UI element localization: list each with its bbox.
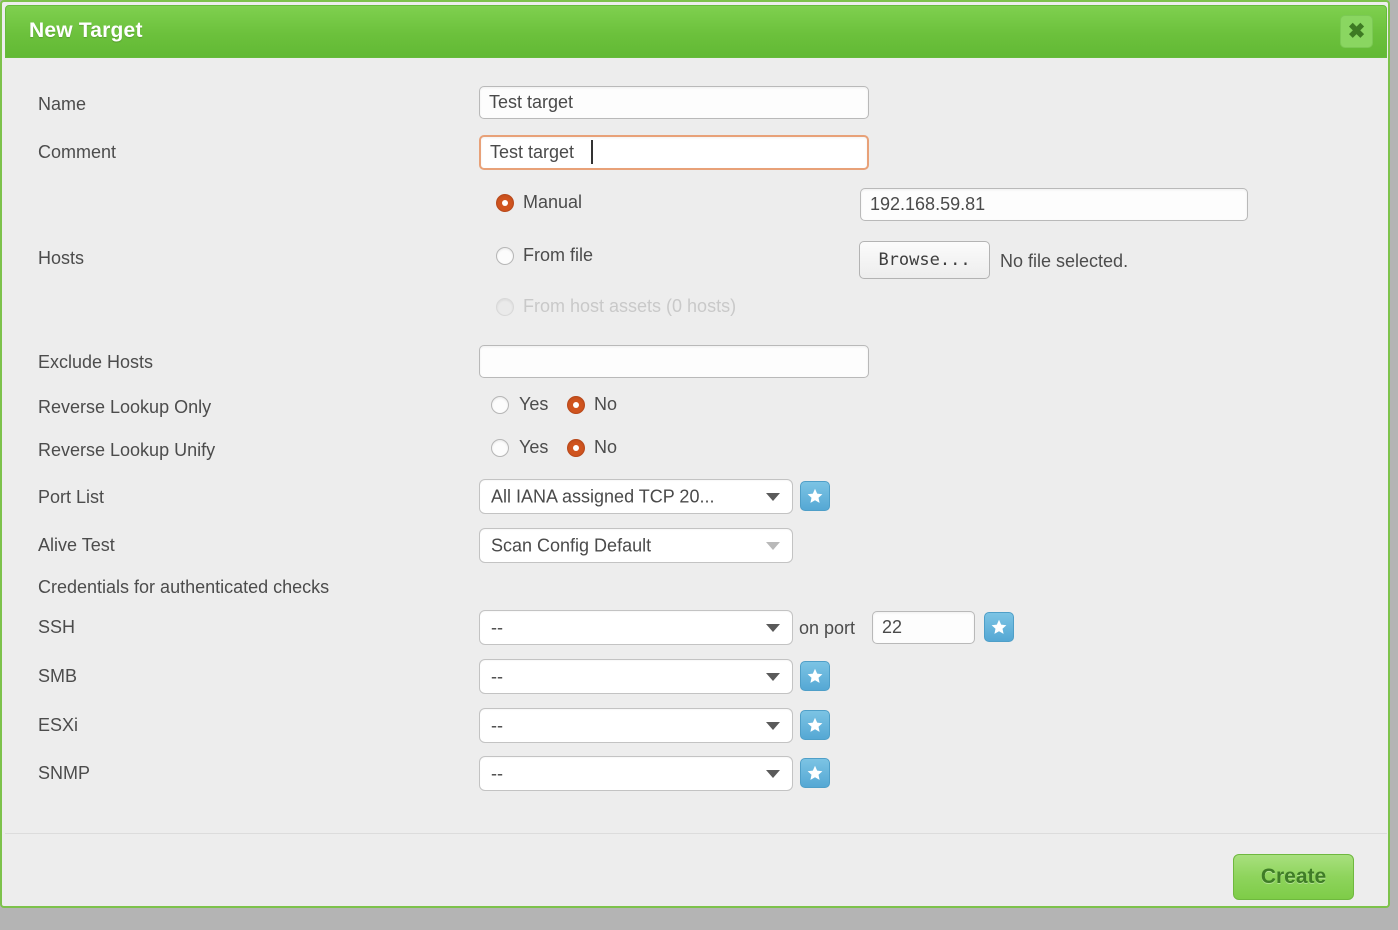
reverse-lookup-only-radio-yes[interactable] <box>491 396 509 414</box>
reverse-lookup-only-yes-label: Yes <box>519 394 549 414</box>
ssh-credential-value: -- <box>491 617 503 637</box>
port-list-label: Port List <box>38 487 105 507</box>
create-button[interactable]: Create <box>1233 854 1354 900</box>
smb-credential-value: -- <box>491 666 503 686</box>
exclude-hosts-label: Exclude Hosts <box>38 352 154 372</box>
star-icon <box>807 717 823 732</box>
port-list-star-button[interactable] <box>800 481 830 511</box>
star-icon <box>807 488 823 503</box>
new-target-dialog: New Target ✖ Name Comment Hosts Manual F… <box>0 0 1390 908</box>
chevron-down-icon <box>766 541 780 550</box>
smb-label: SMB <box>38 666 78 686</box>
browse-button[interactable]: Browse... <box>859 241 990 279</box>
ssh-on-port-label: on port <box>799 618 856 638</box>
snmp-credential-value: -- <box>491 763 503 783</box>
hosts-radio-from-file-label: From file <box>523 245 594 265</box>
alive-test-label: Alive Test <box>38 535 115 555</box>
comment-input[interactable] <box>479 135 869 170</box>
ssh-star-button[interactable] <box>984 612 1014 642</box>
hosts-manual-input[interactable] <box>860 188 1248 221</box>
close-button[interactable]: ✖ <box>1340 15 1373 48</box>
file-status-text: No file selected. <box>1000 251 1129 271</box>
chevron-down-icon <box>766 769 780 778</box>
name-input[interactable] <box>479 86 869 119</box>
credentials-heading: Credentials for authenticated checks <box>38 577 330 597</box>
reverse-lookup-unify-no-label: No <box>594 437 618 457</box>
close-icon: ✖ <box>1347 20 1366 43</box>
hosts-radio-host-assets-label: From host assets (0 hosts) <box>523 296 737 316</box>
exclude-hosts-input[interactable] <box>479 345 869 378</box>
alive-test-value: Scan Config Default <box>491 535 652 555</box>
chevron-down-icon <box>766 721 780 730</box>
ssh-port-input[interactable] <box>872 611 975 644</box>
snmp-label: SNMP <box>38 763 91 783</box>
dialog-footer: Create <box>5 833 1387 906</box>
esxi-credential-select[interactable]: -- <box>479 708 793 743</box>
comment-label: Comment <box>38 142 117 162</box>
reverse-lookup-only-label: Reverse Lookup Only <box>38 397 212 417</box>
hosts-radio-host-assets <box>496 298 514 316</box>
hosts-radio-from-file[interactable] <box>496 247 514 265</box>
dialog-title: New Target <box>29 19 143 42</box>
reverse-lookup-unify-radio-yes[interactable] <box>491 439 509 457</box>
esxi-label: ESXi <box>38 715 79 735</box>
ssh-credential-select[interactable]: -- <box>479 610 793 645</box>
name-label: Name <box>38 94 87 114</box>
dialog-body: Name Comment Hosts Manual From file Brow… <box>5 60 1387 833</box>
ssh-label: SSH <box>38 617 76 637</box>
hosts-radio-manual[interactable] <box>496 194 514 212</box>
text-cursor <box>591 140 593 164</box>
dialog-titlebar: New Target ✖ <box>5 5 1387 58</box>
star-icon <box>807 668 823 683</box>
snmp-credential-select[interactable]: -- <box>479 756 793 791</box>
screen: New Target ✖ Name Comment Hosts Manual F… <box>0 0 1398 930</box>
reverse-lookup-only-radio-no[interactable] <box>567 396 585 414</box>
port-list-value: All IANA assigned TCP 20... <box>491 486 715 506</box>
port-list-select[interactable]: All IANA assigned TCP 20... <box>479 479 793 514</box>
alive-test-select[interactable]: Scan Config Default <box>479 528 793 563</box>
reverse-lookup-unify-radio-no[interactable] <box>567 439 585 457</box>
reverse-lookup-only-no-label: No <box>594 394 618 414</box>
reverse-lookup-unify-yes-label: Yes <box>519 437 549 457</box>
reverse-lookup-unify-label: Reverse Lookup Unify <box>38 440 216 460</box>
esxi-star-button[interactable] <box>800 710 830 740</box>
hosts-label: Hosts <box>38 248 85 268</box>
snmp-star-button[interactable] <box>800 758 830 788</box>
smb-credential-select[interactable]: -- <box>479 659 793 694</box>
star-icon <box>991 619 1007 634</box>
esxi-credential-value: -- <box>491 715 503 735</box>
star-icon <box>807 765 823 780</box>
chevron-down-icon <box>766 623 780 632</box>
hosts-radio-manual-label: Manual <box>523 192 583 212</box>
chevron-down-icon <box>766 672 780 681</box>
chevron-down-icon <box>766 492 780 501</box>
smb-star-button[interactable] <box>800 661 830 691</box>
